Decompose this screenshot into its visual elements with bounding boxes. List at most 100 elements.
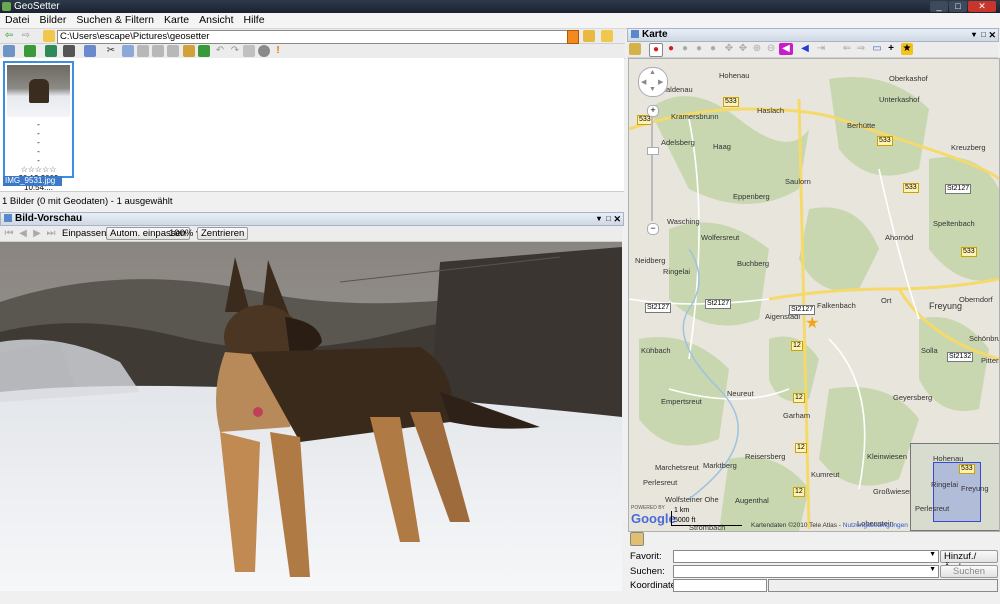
map-restore-icon[interactable]: □: [981, 29, 986, 41]
globe-icon[interactable]: [258, 45, 270, 57]
place-label: Wasching: [667, 217, 700, 226]
arrow-left-icon[interactable]: ⇐: [841, 43, 853, 55]
marker-gray-icon-2[interactable]: ●: [693, 43, 705, 55]
paste-special-icon[interactable]: [167, 45, 179, 57]
favorite-select[interactable]: ▼: [673, 550, 939, 563]
coordinates-input[interactable]: [673, 579, 767, 592]
thumbnail-card[interactable]: - - - - - ☆☆☆☆☆ 20.12.2009 10:54:...: [3, 61, 74, 192]
search-dropdown-icon[interactable]: ▼: [929, 566, 936, 573]
redo-icon[interactable]: ↷: [229, 45, 241, 57]
path-dropdown-button[interactable]: [567, 30, 579, 44]
map-close-icon[interactable]: ✕: [988, 29, 996, 41]
folder-icon[interactable]: [43, 30, 55, 42]
copy-icon[interactable]: [137, 45, 149, 57]
search-button[interactable]: Suchen: [940, 565, 998, 578]
track-back-icon[interactable]: ◀: [779, 43, 793, 55]
menu-karte[interactable]: Karte: [159, 13, 194, 28]
sort-icon[interactable]: [24, 45, 36, 57]
overview-minimap[interactable]: Hohenau 533 Ringelai Freyung Perlesreut: [910, 443, 999, 531]
zoom-in-icon[interactable]: +: [647, 105, 659, 117]
center-button[interactable]: Zentrieren: [197, 227, 249, 240]
comment-icon[interactable]: ▭: [871, 43, 883, 55]
pan-right-icon[interactable]: ▶: [658, 78, 663, 86]
panel-close-icon[interactable]: ✕: [613, 213, 621, 225]
first-image-icon[interactable]: ⏮: [3, 228, 15, 240]
favorite-folder-icon[interactable]: [601, 30, 613, 42]
thumb-meta-3: -: [37, 138, 40, 147]
paste-icon[interactable]: [152, 45, 164, 57]
rating-stars[interactable]: ☆☆☆☆☆: [5, 165, 72, 174]
panel-pin-icon[interactable]: ▾: [597, 213, 601, 225]
google-logo: Google: [631, 511, 676, 526]
next-image-icon[interactable]: ▶: [31, 228, 43, 240]
last-image-icon[interactable]: ⏭: [45, 228, 57, 240]
favorite-dropdown-icon[interactable]: ▼: [929, 551, 936, 558]
view-icon[interactable]: [3, 45, 15, 57]
zoom-all-icon[interactable]: ✥: [737, 43, 749, 55]
zoom-slider-handle[interactable]: [647, 147, 659, 155]
minimize-button[interactable]: _: [930, 1, 948, 12]
undo-icon[interactable]: ↶: [214, 45, 226, 57]
track-icon[interactable]: ⇥: [815, 43, 827, 55]
menu-ansicht[interactable]: Ansicht: [194, 13, 238, 28]
crosshair-icon[interactable]: +: [885, 43, 897, 55]
back-arrow-icon[interactable]: ⇦: [3, 30, 15, 42]
refresh-icon[interactable]: [45, 45, 57, 57]
menu-suchen-filtern[interactable]: Suchen & Filtern: [71, 13, 159, 28]
prev-image-icon[interactable]: ◀: [17, 228, 29, 240]
pan-control[interactable]: ▲ ▼ ◀ ▶: [638, 67, 668, 97]
app-icon: [2, 2, 11, 11]
zoom-fit-icon[interactable]: ✥: [723, 43, 735, 55]
map-type-icon[interactable]: [629, 43, 641, 55]
marker-select-icon[interactable]: ●: [649, 43, 663, 57]
tree-icon[interactable]: [198, 45, 210, 57]
zoom-in-map-icon[interactable]: ⊕: [751, 43, 763, 55]
menu-hilfe[interactable]: Hilfe: [239, 13, 270, 28]
arrow-right-icon[interactable]: ⇒: [855, 43, 867, 55]
location-marker-icon[interactable]: ★: [805, 313, 819, 333]
pan-left-icon[interactable]: ◀: [641, 78, 646, 86]
place-label: Kühbach: [641, 346, 671, 355]
edit-pencil-icon[interactable]: [630, 532, 644, 546]
terms-link[interactable]: Nutzungsbedingungen: [843, 522, 908, 529]
marker-gray-icon-1[interactable]: ●: [679, 43, 691, 55]
add-change-button[interactable]: Hinzuf./Ändern...: [940, 550, 998, 573]
zoom-dropdown[interactable]: 100% ▾: [169, 228, 201, 239]
place-label: Neureut: [727, 389, 754, 398]
panel-restore-icon[interactable]: □: [606, 213, 611, 225]
forward-arrow-icon[interactable]: ⇨: [20, 30, 32, 42]
zoom-out-map-icon[interactable]: ⊖: [765, 43, 777, 55]
thumbnail-image: [7, 65, 70, 117]
preview-title: Bild-Vorschau: [15, 213, 83, 224]
place-label: Saulorn: [785, 177, 811, 186]
menu-bilder[interactable]: Bilder: [35, 13, 72, 28]
road-shield: St2127: [645, 303, 672, 313]
zoom-out-icon[interactable]: −: [647, 223, 659, 235]
close-button[interactable]: ✕: [968, 1, 996, 12]
pan-up-icon[interactable]: ▲: [649, 69, 656, 76]
info-icon[interactable]: !: [272, 45, 284, 57]
map-view[interactable]: Hohenau Oberkashof Saldenau Unterkashof …: [628, 58, 1000, 532]
place-label: Schönbrunn: [969, 334, 999, 343]
track-forward-icon[interactable]: ◀: [799, 43, 811, 55]
cut-icon[interactable]: ✂: [105, 45, 117, 57]
road-shield: St2132: [947, 352, 974, 362]
browse-icon[interactable]: [583, 30, 595, 42]
place-label: Augenthal: [735, 496, 769, 505]
maximize-button[interactable]: □: [949, 1, 967, 12]
save-icon[interactable]: [243, 45, 255, 57]
map-pin-icon[interactable]: ▾: [972, 29, 976, 41]
menu-datei[interactable]: Datei: [0, 13, 35, 28]
search-input[interactable]: ▼: [673, 565, 939, 578]
place-label: Ahornöd: [885, 233, 914, 242]
red-marker-icon[interactable]: ●: [665, 43, 677, 55]
map-assign-icon[interactable]: [183, 45, 195, 57]
zoom-slider[interactable]: [651, 117, 653, 221]
filter-icon[interactable]: [84, 45, 96, 57]
path-input[interactable]: C:\Users\escape\Pictures\geosetter: [57, 30, 570, 44]
marker-gray-icon-3[interactable]: ●: [707, 43, 719, 55]
binoculars-icon[interactable]: [63, 45, 75, 57]
favorite-star-icon[interactable]: ★: [901, 43, 913, 55]
edit-data-icon[interactable]: [122, 45, 134, 57]
pan-down-icon[interactable]: ▼: [649, 86, 656, 93]
